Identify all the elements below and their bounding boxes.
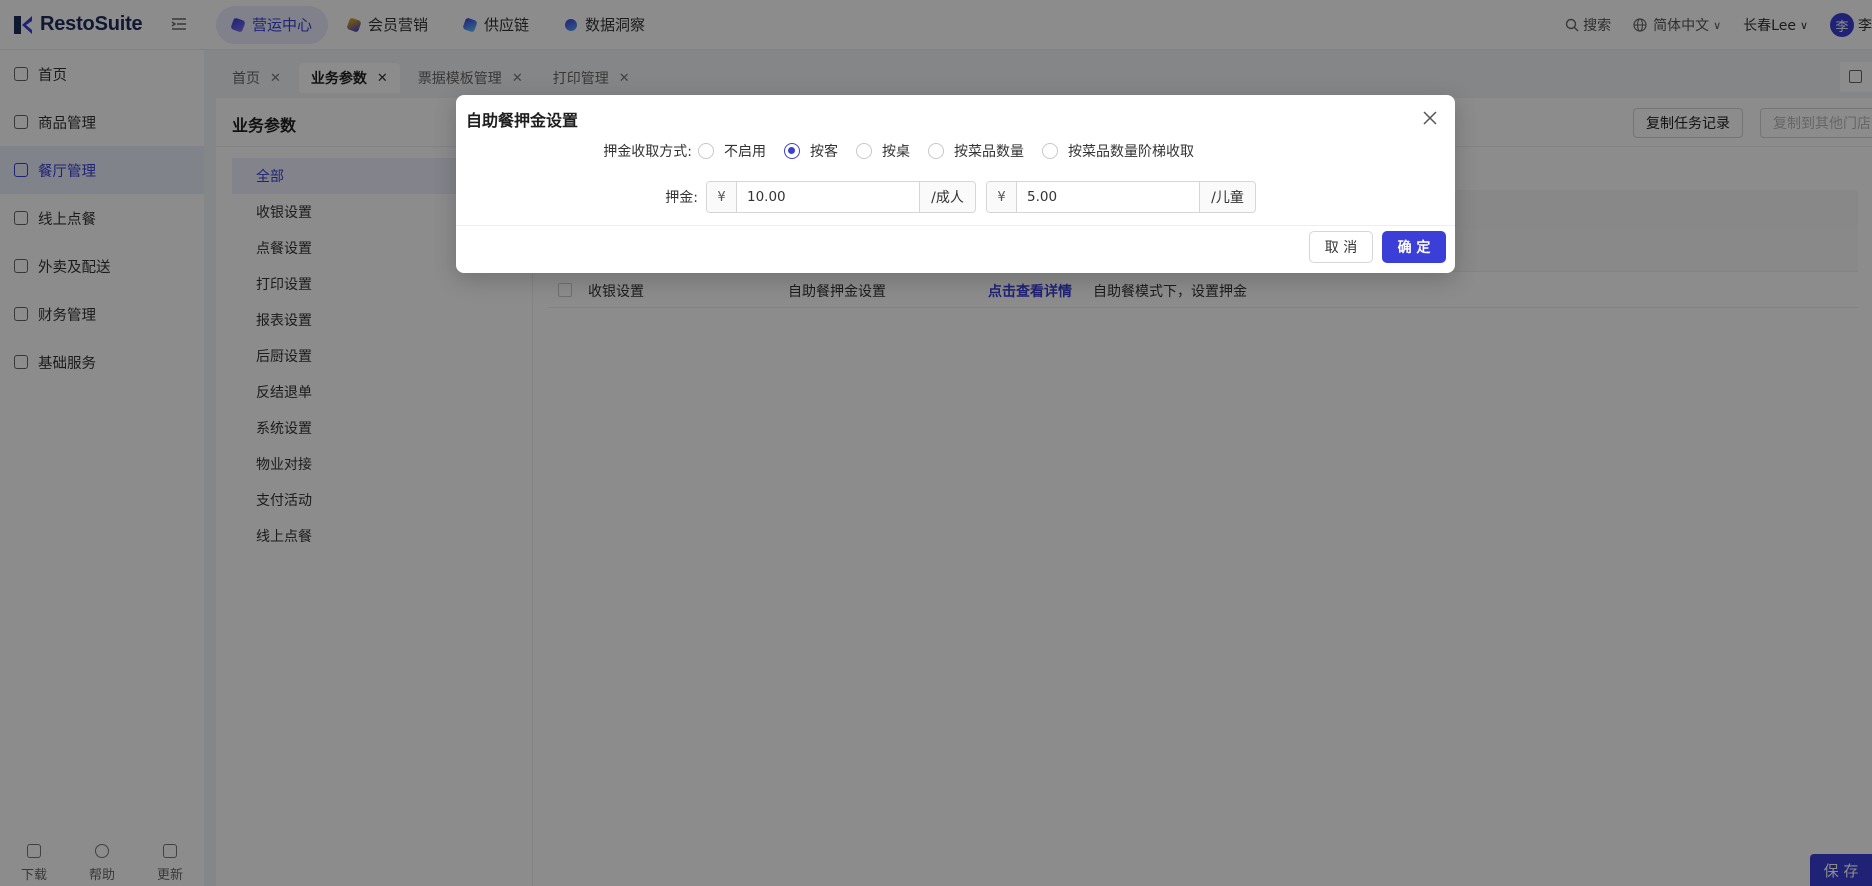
deposit-method-label: 押金收取方式: (603, 144, 692, 160)
dialog-title: 自助餐押金设置 (466, 111, 579, 130)
radio-label: 按桌 (882, 144, 910, 160)
child-suffix: /儿童 (1199, 182, 1255, 212)
radio-circle (928, 143, 944, 159)
radio-circle (856, 143, 872, 159)
deposit-amount-row: 押金: ¥ /成人 ¥ /儿童 (456, 181, 1455, 213)
currency-prefix: ¥ (707, 182, 737, 212)
radio-label: 不启用 (724, 144, 766, 160)
child-deposit-input[interactable] (1017, 182, 1199, 212)
currency-prefix: ¥ (987, 182, 1017, 212)
adult-suffix: /成人 (919, 182, 975, 212)
deposit-label: 押金: (665, 190, 698, 206)
radio-tiered-dish-count[interactable]: 按菜品数量阶梯收取 (1042, 141, 1194, 161)
radio-label: 按客 (810, 144, 838, 160)
confirm-button[interactable]: 确 定 (1382, 231, 1446, 263)
radio-disabled[interactable]: 不启用 (698, 141, 766, 161)
radio-per-table[interactable]: 按桌 (856, 141, 910, 161)
radio-circle (784, 143, 800, 159)
radio-label: 按菜品数量 (954, 144, 1024, 160)
adult-deposit-group: ¥ /成人 (706, 181, 976, 213)
child-deposit-group: ¥ /儿童 (986, 181, 1256, 213)
radio-per-dish-count[interactable]: 按菜品数量 (928, 141, 1024, 161)
close-icon[interactable] (1421, 109, 1439, 127)
cancel-button[interactable]: 取 消 (1309, 231, 1373, 263)
divider (456, 225, 1455, 226)
radio-circle (698, 143, 714, 159)
deposit-method-row: 押金收取方式: 不启用 按客 按桌 按菜品数量 按菜品数量阶梯收取 (456, 139, 1455, 163)
radio-circle (1042, 143, 1058, 159)
buffet-deposit-dialog: 自助餐押金设置 押金收取方式: 不启用 按客 按桌 按菜品数量 按菜品数量阶梯收… (456, 95, 1455, 273)
adult-deposit-input[interactable] (737, 182, 919, 212)
radio-per-guest[interactable]: 按客 (784, 141, 838, 161)
radio-label: 按菜品数量阶梯收取 (1068, 144, 1194, 160)
